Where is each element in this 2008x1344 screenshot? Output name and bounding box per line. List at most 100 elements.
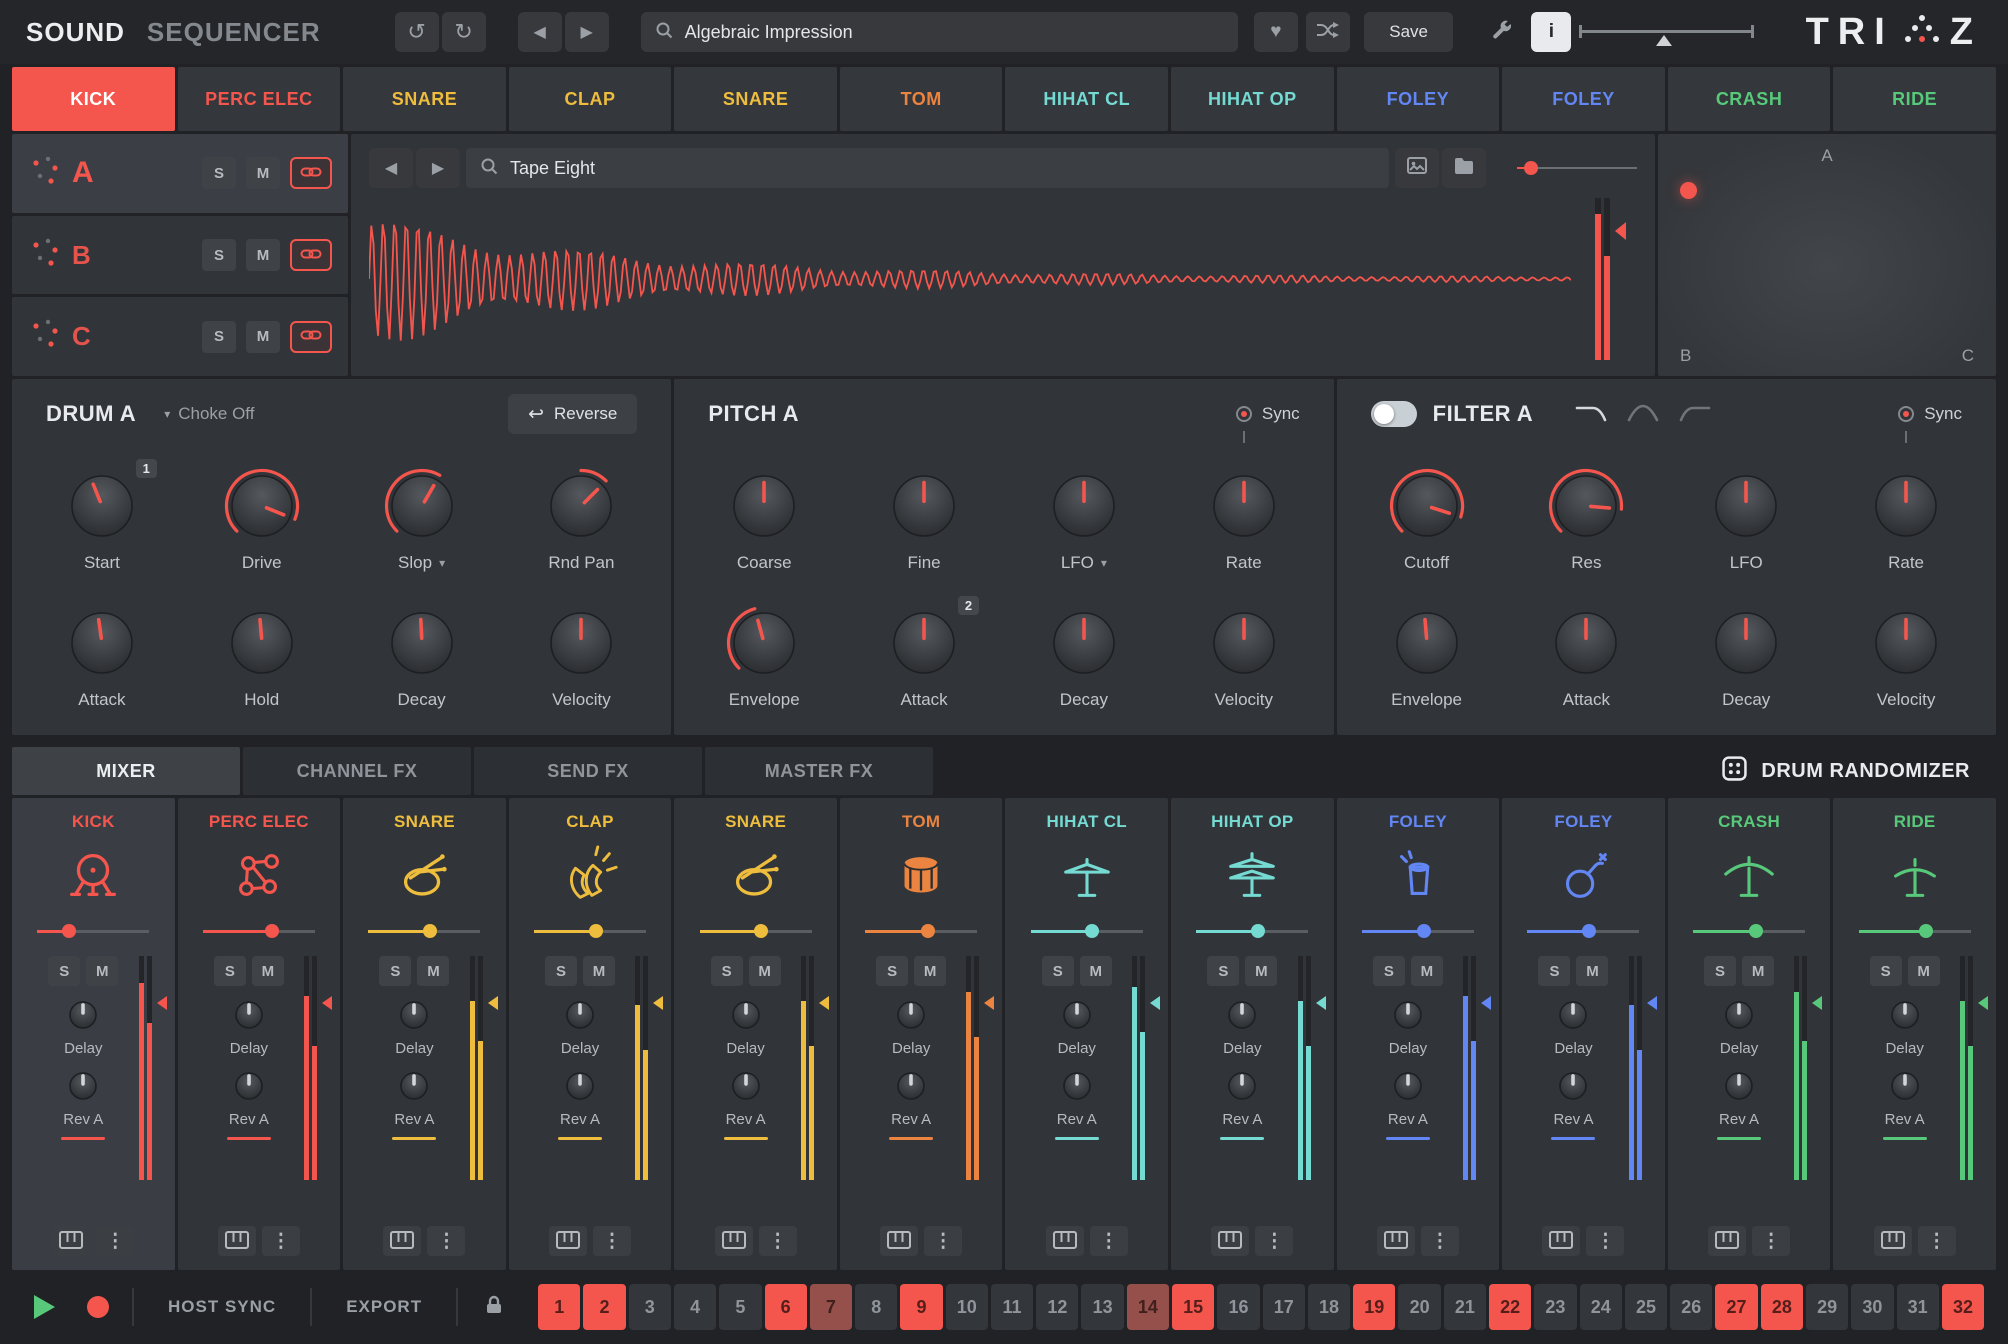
slider-handle[interactable]: [754, 924, 768, 938]
slider-handle[interactable]: [1919, 924, 1933, 938]
channel-mute-button[interactable]: M: [1080, 956, 1112, 986]
channel-volume-slider[interactable]: [534, 920, 646, 942]
channel-delay-knob[interactable]: [1386, 993, 1430, 1037]
step-24[interactable]: 24: [1580, 1284, 1622, 1330]
pitch-knob-decay[interactable]: Decay: [1004, 588, 1164, 725]
step-4[interactable]: 4: [674, 1284, 716, 1330]
channel-mute-button[interactable]: M: [86, 956, 118, 986]
mixer-channel-foley-10[interactable]: FOLEYSMDelayRev A⋮: [1502, 798, 1665, 1270]
waveform-display[interactable]: [369, 198, 1571, 360]
step-12[interactable]: 12: [1036, 1284, 1078, 1330]
step-16[interactable]: 16: [1217, 1284, 1259, 1330]
pad-snare[interactable]: SNARE: [343, 67, 506, 131]
random-preset-button[interactable]: [1306, 12, 1350, 52]
undo-button[interactable]: ↺: [395, 12, 439, 52]
pad-ride[interactable]: RIDE: [1833, 67, 1996, 131]
channel-solo-button[interactable]: S: [214, 956, 246, 986]
pad-perc-elec[interactable]: PERC ELEC: [178, 67, 341, 131]
drum-knob-hold[interactable]: Hold: [182, 588, 342, 725]
xy-cursor[interactable]: [1680, 182, 1697, 199]
drum-knob-start[interactable]: 1Start: [22, 451, 182, 588]
channel-delay-knob[interactable]: [227, 993, 271, 1037]
layer-link-button[interactable]: [290, 157, 332, 189]
channel-solo-button[interactable]: S: [1373, 956, 1405, 986]
pitch-knob-attack[interactable]: 2Attack: [844, 588, 1004, 725]
filter-knob-attack[interactable]: Attack: [1506, 588, 1666, 725]
channel-solo-button[interactable]: S: [711, 956, 743, 986]
channel-solo-button[interactable]: S: [1704, 956, 1736, 986]
mixer-channel-snare-3[interactable]: SNARESMDelayRev A⋮: [343, 798, 506, 1270]
lowpass-icon[interactable]: [1571, 400, 1611, 428]
channel-reverb-knob[interactable]: [227, 1064, 271, 1108]
channel-volume-slider[interactable]: [1031, 920, 1143, 942]
layer-row-b[interactable]: BSM: [12, 216, 348, 295]
layer-link-button[interactable]: [290, 321, 332, 353]
sample-search-field[interactable]: Tape Eight: [466, 148, 1389, 188]
settings-wrench-button[interactable]: [1479, 12, 1523, 52]
slider-handle[interactable]: [589, 924, 603, 938]
step-3[interactable]: 3: [629, 1284, 671, 1330]
slider-handle[interactable]: [921, 924, 935, 938]
channel-mute-button[interactable]: M: [1908, 956, 1940, 986]
sample-prev-button[interactable]: ◀: [369, 148, 413, 188]
preset-search-field[interactable]: Algebraic Impression: [641, 12, 1238, 52]
channel-reverb-knob[interactable]: [889, 1064, 933, 1108]
channel-mute-button[interactable]: M: [1245, 956, 1277, 986]
channel-keys-button[interactable]: [715, 1226, 753, 1256]
slider-handle[interactable]: [1417, 924, 1431, 938]
drum-knob-rnd-pan[interactable]: Rnd Pan: [501, 451, 661, 588]
step-5[interactable]: 5: [719, 1284, 761, 1330]
filter-knob-rate[interactable]: Rate: [1826, 451, 1986, 588]
channel-volume-slider[interactable]: [1196, 920, 1308, 942]
channel-reverb-knob[interactable]: [1551, 1064, 1595, 1108]
channel-keys-button[interactable]: [1874, 1226, 1912, 1256]
channel-solo-button[interactable]: S: [545, 956, 577, 986]
pad-clap[interactable]: CLAP: [509, 67, 672, 131]
mixer-channel-hihat-cl-7[interactable]: HIHAT CLSMDelayRev A⋮: [1005, 798, 1168, 1270]
step-32[interactable]: 32: [1942, 1284, 1984, 1330]
step-21[interactable]: 21: [1444, 1284, 1486, 1330]
step-14[interactable]: 14: [1127, 1284, 1169, 1330]
channel-delay-knob[interactable]: [724, 993, 768, 1037]
step-17[interactable]: 17: [1263, 1284, 1305, 1330]
mixer-tab-channel-fx[interactable]: CHANNEL FX: [243, 747, 471, 795]
channel-delay-knob[interactable]: [1551, 993, 1595, 1037]
step-13[interactable]: 13: [1081, 1284, 1123, 1330]
slider-handle[interactable]: [265, 924, 279, 938]
drum-knob-velocity[interactable]: Velocity: [501, 588, 661, 725]
filter-knob-cutoff[interactable]: Cutoff: [1347, 451, 1507, 588]
step-25[interactable]: 25: [1625, 1284, 1667, 1330]
channel-delay-knob[interactable]: [1220, 993, 1264, 1037]
slider-handle[interactable]: [1524, 161, 1538, 175]
channel-delay-knob[interactable]: [1055, 993, 1099, 1037]
channel-mute-button[interactable]: M: [749, 956, 781, 986]
channel-volume-slider[interactable]: [700, 920, 812, 942]
step-9[interactable]: 9: [900, 1284, 942, 1330]
step-8[interactable]: 8: [855, 1284, 897, 1330]
channel-solo-button[interactable]: S: [1207, 956, 1239, 986]
channel-menu-button[interactable]: ⋮: [96, 1226, 134, 1256]
pad-crash[interactable]: CRASH: [1668, 67, 1831, 131]
sample-folder-button[interactable]: [1442, 148, 1486, 188]
channel-delay-knob[interactable]: [1717, 993, 1761, 1037]
mixer-tab-master-fx[interactable]: MASTER FX: [705, 747, 933, 795]
channel-keys-button[interactable]: [1046, 1226, 1084, 1256]
step-15[interactable]: 15: [1172, 1284, 1214, 1330]
choke-dropdown[interactable]: ▾ Choke Off: [164, 404, 254, 424]
pitch-knob-rate[interactable]: Rate: [1164, 451, 1324, 588]
pad-foley[interactable]: FOLEY: [1337, 67, 1500, 131]
bandpass-icon[interactable]: [1623, 400, 1663, 428]
channel-menu-button[interactable]: ⋮: [593, 1226, 631, 1256]
mixer-channel-kick-1[interactable]: KICKSMDelayRev A⋮: [12, 798, 175, 1270]
mixer-channel-clap-4[interactable]: CLAPSMDelayRev A⋮: [509, 798, 672, 1270]
meter-marker[interactable]: [1150, 996, 1160, 1010]
sample-next-button[interactable]: ▶: [416, 148, 460, 188]
step-20[interactable]: 20: [1398, 1284, 1440, 1330]
channel-menu-button[interactable]: ⋮: [262, 1226, 300, 1256]
mixer-channel-snare-5[interactable]: SNARESMDelayRev A⋮: [674, 798, 837, 1270]
layer-solo-button[interactable]: S: [202, 239, 236, 271]
mixer-channel-tom-6[interactable]: TOMSMDelayRev A⋮: [840, 798, 1003, 1270]
step-1[interactable]: 1: [538, 1284, 580, 1330]
pad-tom[interactable]: TOM: [840, 67, 1003, 131]
tab-sequencer[interactable]: SEQUENCER: [147, 17, 321, 48]
